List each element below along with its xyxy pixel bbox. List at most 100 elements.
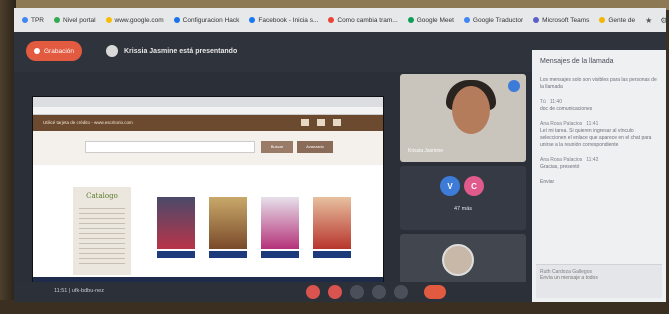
chat-message-time: 11:41 [586,121,599,127]
chat-message-author: Ana Rosa Palacios 11:42 [540,157,658,164]
shared-advanced-button: Avanzado [297,141,333,153]
shared-site-header-text: Utilicé tarjeta de crédito - www.escrito… [43,120,133,125]
bookmark-item[interactable]: TPR [22,17,44,24]
camera-icon[interactable] [328,285,342,299]
presentation-icon [106,45,118,57]
chat-panel: Mensajes de la llamada Los mensajes solo… [532,50,666,302]
book-label [313,251,351,258]
chat-message: Enviar [540,179,658,186]
chat-message-author: Tú 11:40 [540,99,658,106]
participant-name: Krissia Jasmine [408,148,444,154]
shared-catalog-sidebar: Catalogo [73,187,131,275]
bookmark-label: Nivel portal [63,16,96,24]
screen: TPR Nivel portal www.google.com Configuraci… [14,8,666,302]
bookmark-favicon-icon [599,17,606,23]
book-label [209,251,247,258]
shared-search-input [85,141,255,153]
bookmark-label: Google Traductor [472,16,524,24]
chat-message-author: Ana Rosa Palacios 11:41 [540,121,658,128]
chat-messages: Tú 11:40 doc de comunicaciones Ana Rosa Pal… [540,99,658,186]
bookmark-favicon-icon [54,17,60,23]
participant-video-tile[interactable]: Krissia Jasmine [400,74,526,162]
microphone-icon[interactable] [306,285,320,299]
bookmark-favicon-icon [533,17,540,23]
bookmark-item[interactable]: Nivel portal [54,17,96,24]
shared-screen: Utilicé tarjeta de crédito - www.escrito… [32,96,384,286]
end-call-button[interactable] [424,285,446,299]
chat-message: Ana Rosa Palacios 11:41 Leí mi tarea. Si q… [540,121,658,149]
bookmark-label: Como cambia tram... [337,16,398,24]
recording-label: Grabación [44,47,74,55]
book-cover [261,197,299,249]
chat-message-text: Gracias, presentó [540,164,580,170]
chat-author-name: Tú [540,99,546,105]
bookmark-favicon-icon [249,17,256,23]
catalog-title: Catalogo [86,192,118,200]
shared-search-button: Buscar [261,141,293,153]
speaking-indicator-icon [508,80,520,92]
book-label [261,251,299,258]
site-menu-icon [301,119,309,126]
raise-hand-icon[interactable] [350,285,364,299]
book-cover [313,197,351,249]
book-label [157,251,195,258]
bookmark-item[interactable]: Como cambia tram... [328,16,398,24]
catalog-list [79,204,125,264]
bookmark-item[interactable]: Microsoft Teams [533,17,589,24]
star-icon[interactable]: ★ [645,16,652,25]
present-icon[interactable] [372,285,386,299]
browser-toolbar-icons: ★ ⚙ ● [645,16,666,25]
chat-input-placeholder: Envía un mensaje a todos [540,275,598,281]
bookmark-label: www.google.com [114,16,164,24]
shared-site-header: Utilicé tarjeta de crédito - www.escrito… [33,115,383,131]
participant-avatar: V [440,176,460,196]
chat-message: Ana Rosa Palacios 11:42 Gracias, presentó [540,157,658,171]
presenting-banner: Krissia Jasmine está presentando [106,45,237,57]
meeting-bottom-bar: 11:51 | ufk-bdbu-nez [14,282,532,302]
chat-message-text: Enviar [540,179,555,185]
bookmark-label: Google Meet [416,16,454,24]
chat-author-name: Ana Rosa Palacios [540,157,583,163]
site-account-icon [317,119,325,126]
shared-search-area: Buscar Avanzado [33,131,383,165]
record-icon [34,48,40,54]
bookmarks-bar: TPR Nivel portal www.google.com Configuraci… [14,8,666,32]
bookmark-item[interactable]: Configuracion Hack [173,16,240,24]
self-avatar [442,244,474,276]
bookmark-item[interactable]: Google Meet [407,16,454,24]
presenting-label: Krissia Jasmine está presentando [124,47,238,55]
more-options-icon[interactable] [394,285,408,299]
bookmark-favicon-icon [407,17,414,23]
chat-message-text: doc de comunicaciones [540,106,593,112]
bookmark-item[interactable]: Gente de [599,17,635,24]
participant-face [452,86,490,134]
book-cover [157,197,195,249]
more-participants-count: 47 más [453,206,473,212]
participant-avatar: C [464,176,484,196]
meeting-info: 11:51 | ufk-bdbu-nez [54,288,104,294]
bookmark-label: TPR [31,16,44,24]
bookmark-item[interactable]: Google Traductor [463,16,524,24]
book-cover [209,197,247,249]
bookmark-favicon-icon [328,17,335,23]
chat-message: Tú 11:40 doc de comunicaciones [540,99,658,113]
participants-group-tile[interactable]: V C 47 más [400,166,526,230]
bookmark-label: Configuracion Hack [182,16,240,24]
chat-message-text: Leí mi tarea. Si quieren ingresar al vín… [540,128,652,148]
bookmark-label: Facebook - Inicia s... [258,16,319,24]
extensions-icon[interactable]: ⚙ [660,16,666,25]
monitor-bezel-bottom [0,300,669,314]
chat-input[interactable]: Ruth Cardoza Gallegos Envía un mensaje a… [536,264,662,298]
bookmark-label: Microsoft Teams [542,16,590,24]
chat-message-time: 11:42 [586,157,599,163]
bookmark-item[interactable]: www.google.com [105,16,164,24]
meeting-time: 11:51 [54,288,68,294]
chat-notice: Los mensajes solo son visibles para las … [540,77,657,90]
recording-button[interactable]: Grabación [26,41,82,61]
bookmark-item[interactable]: Facebook - Inicia s... [249,17,318,24]
shared-browser-tabs [33,97,383,107]
site-cart-icon [333,119,341,126]
bookmark-favicon-icon [22,17,28,23]
chat-author-name: Ana Rosa Palacios [540,121,583,127]
bookmark-favicon-icon [105,17,112,23]
